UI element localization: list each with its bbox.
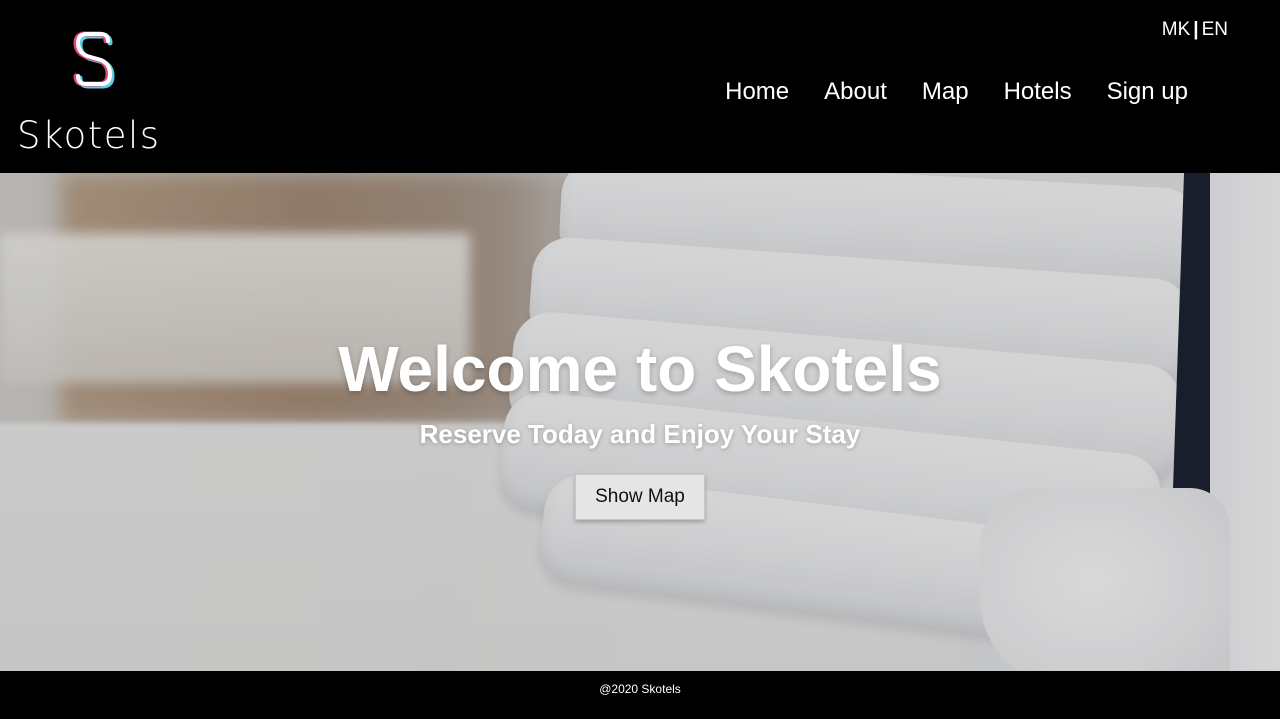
hero-content: Welcome to Skotels Reserve Today and Enj… (0, 173, 1280, 671)
hero-section: Welcome to Skotels Reserve Today and Enj… (0, 173, 1280, 671)
nav-link-about[interactable]: About (824, 77, 887, 107)
logo-s-icon (73, 31, 115, 89)
lang-option-mk[interactable]: MK (1162, 19, 1191, 40)
language-switcher: MK | EN (1162, 19, 1228, 41)
lang-option-en[interactable]: EN (1202, 19, 1228, 40)
hero-subtitle: Reserve Today and Enjoy Your Stay (419, 419, 861, 449)
lang-separator: | (1193, 19, 1199, 40)
site-header: Skotels MK | EN Home About Map Hotels Sign… (0, 0, 1280, 173)
nav-link-home[interactable]: Home (725, 77, 789, 107)
brand-name: Skotels (17, 114, 161, 157)
site-footer: @2020 Skotels (0, 671, 1280, 719)
show-map-button[interactable]: Show Map (575, 474, 705, 520)
main-nav: Home About Map Hotels Sign up (725, 77, 1188, 107)
nav-link-map[interactable]: Map (922, 77, 969, 107)
nav-link-hotels[interactable]: Hotels (1004, 77, 1072, 107)
footer-copyright: @2020 Skotels (599, 682, 681, 696)
nav-link-sign-up[interactable]: Sign up (1107, 77, 1188, 107)
hero-title: Welcome to Skotels (338, 333, 942, 405)
brand-logo[interactable]: Skotels (14, 28, 174, 158)
